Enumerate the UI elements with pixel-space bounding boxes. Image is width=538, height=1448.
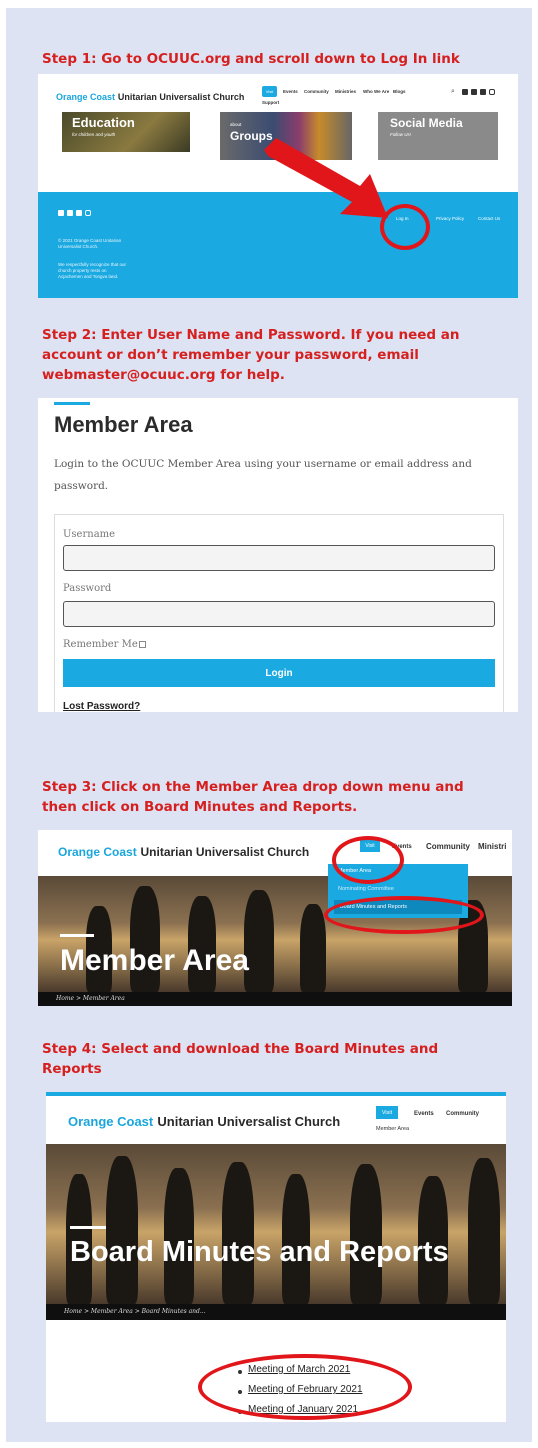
step-3-heading-line2: then click on Board Minutes and Reports.	[42, 799, 358, 815]
step-1-heading: Step 1: Go to OCUUC.org and scroll down …	[42, 51, 460, 67]
logo-orange-text: Orange Coast	[68, 1114, 154, 1129]
nav-visit-step4[interactable]: Visit	[376, 1106, 398, 1119]
silhouette	[350, 1164, 382, 1304]
username-input[interactable]	[63, 545, 495, 571]
nav-events[interactable]: Events	[283, 89, 298, 94]
login-intro-line1: Login to the OCUUC Member Area using you…	[54, 458, 472, 470]
instagram-icon[interactable]	[489, 89, 495, 95]
footer-youtube-icon[interactable]	[67, 210, 73, 216]
screenshot-board-minutes: Orange Coast Unitarian Universalist Chur…	[46, 1092, 506, 1422]
silhouette	[106, 1156, 138, 1304]
login-intro-line2: password.	[54, 480, 109, 492]
footer-copyright: © 2021 Orange Coast Unitarian Universali…	[58, 238, 122, 249]
meetings-list-highlight	[198, 1354, 412, 1420]
logo-orange-text: Orange Coast	[58, 845, 137, 859]
nav-events-step4[interactable]: Events	[414, 1111, 434, 1117]
step-2-heading-line2: account or don’t remember your password,…	[42, 347, 419, 363]
screenshot-login-form: Member Area Login to the OCUUC Member Ar…	[38, 398, 518, 712]
tile-education-subtitle: for children and youth	[72, 132, 116, 137]
hero-accent-bar	[60, 934, 94, 937]
remember-me-label: Remember Me	[63, 639, 138, 650]
silhouette	[468, 1158, 500, 1304]
logo-church-text: Unitarian Universalist Church	[117, 92, 245, 102]
site-logo-step3[interactable]: Orange Coast Unitarian Universalist Chur…	[58, 845, 309, 859]
logo-church-text: Unitarian Universalist Church	[140, 845, 310, 859]
footer-privacy-link[interactable]: Privacy Policy	[436, 216, 464, 222]
site-logo-step4[interactable]: Orange Coast Unitarian Universalist Chur…	[68, 1114, 340, 1130]
title-accent-bar	[54, 402, 90, 405]
hero-title-step3: Member Area	[60, 944, 249, 977]
tile-groups-label-small: about	[230, 122, 242, 127]
password-input[interactable]	[63, 601, 495, 627]
rss-icon[interactable]	[462, 89, 468, 95]
logo-orange-text: Orange Coast	[56, 92, 116, 102]
step-4-heading-line1: Step 4: Select and download the Board Mi…	[42, 1041, 439, 1057]
site-logo[interactable]: Orange Coast Unitarian Universalist Chur…	[56, 92, 244, 103]
tile-social-title: Social Media	[390, 116, 463, 130]
footer-contact-link[interactable]: Contact Us	[478, 216, 500, 222]
nav-community-step4[interactable]: Community	[446, 1111, 479, 1117]
nav-visit[interactable]: Visit	[262, 86, 277, 97]
breadcrumb-step3: Home > Member Area	[38, 992, 512, 1006]
facebook-icon[interactable]	[480, 89, 486, 95]
nav-support[interactable]: Support	[262, 100, 279, 105]
member-area-title: Member Area	[54, 412, 193, 437]
lost-password-link[interactable]: Lost Password?	[63, 701, 140, 712]
silhouette	[222, 1162, 254, 1304]
header-step4: Orange Coast Unitarian Universalist Chur…	[46, 1096, 506, 1144]
logo-church-text: Unitarian Universalist Church	[157, 1114, 341, 1129]
tile-education-title: Education	[72, 115, 135, 130]
footer-land-acknowledgement: We respectfully recognize that our churc…	[58, 262, 126, 279]
step-4-heading-line2: Reports	[42, 1061, 102, 1077]
social-icons	[462, 89, 495, 95]
hero-banner-step4: Board Minutes and Reports	[46, 1144, 506, 1304]
hero-accent-bar	[70, 1226, 106, 1229]
hero-title-step4: Board Minutes and Reports	[70, 1236, 449, 1268]
silhouette	[300, 904, 326, 992]
tile-education[interactable]: Education for children and youth	[62, 112, 190, 152]
login-button[interactable]: Login	[63, 659, 495, 687]
remember-me-checkbox[interactable]	[139, 641, 146, 648]
step-2-heading-line3: webmaster@ocuuc.org for help.	[42, 367, 285, 383]
footer-social-icons	[58, 210, 91, 216]
footer-facebook-icon[interactable]	[76, 210, 82, 216]
footer-instagram-icon[interactable]	[85, 210, 91, 216]
dropdown-nominating-committee[interactable]: Nominating Committee	[338, 886, 394, 892]
nav-community-step3[interactable]: Community	[426, 842, 470, 851]
username-label: Username	[63, 529, 116, 540]
screenshot-homepage: Orange Coast Unitarian Universalist Chur…	[38, 74, 518, 298]
login-form: Username Password Remember Me Login Lost…	[54, 514, 504, 712]
step-2-heading-line1: Step 2: Enter User Name and Password. If…	[42, 327, 460, 343]
search-icon[interactable]: ⌕	[451, 87, 455, 96]
step-3-heading-line1: Step 3: Click on the Member Area drop do…	[42, 779, 464, 795]
nav-member-area-step4[interactable]: Member Area	[376, 1126, 409, 1132]
footer-rss-icon[interactable]	[58, 210, 64, 216]
nav-blogs[interactable]: Blogs	[393, 89, 406, 94]
login-link-highlight	[380, 204, 430, 250]
nav-community[interactable]: Community	[304, 89, 329, 94]
password-label: Password	[63, 583, 112, 594]
board-minutes-highlight	[324, 896, 484, 934]
nav-ministries-step3[interactable]: Ministri	[478, 842, 506, 851]
nav-who-we-are[interactable]: Who We Are	[363, 89, 389, 94]
tile-social-subtitle: Follow Us!	[390, 132, 412, 137]
screenshot-member-menu: Orange Coast Unitarian Universalist Chur…	[38, 830, 512, 1006]
breadcrumb-step4: Home > Member Area > Board Minutes and..…	[46, 1304, 506, 1320]
youtube-icon[interactable]	[471, 89, 477, 95]
member-area-highlight	[332, 836, 404, 884]
nav-ministries[interactable]: Ministries	[335, 89, 356, 94]
